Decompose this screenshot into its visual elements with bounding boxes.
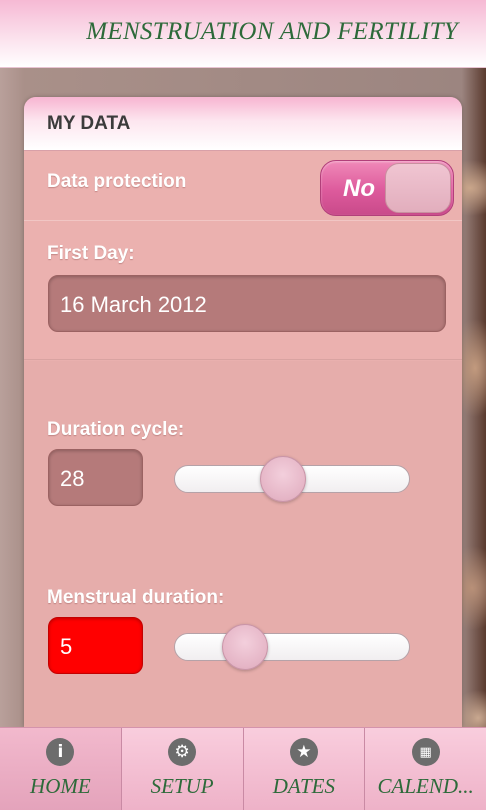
grid-icon: ▦: [411, 738, 440, 766]
first-day-input[interactable]: 16 March 2012: [48, 275, 446, 332]
first-day-label: First Day:: [47, 243, 135, 264]
data-protection-row: Data protection No: [24, 151, 462, 221]
tab-dates[interactable]: ★ DATES: [243, 728, 366, 810]
star-icon: ★: [289, 738, 318, 766]
menstrual-duration-field[interactable]: 5: [48, 617, 143, 674]
gear-icon: ⚙: [168, 738, 197, 766]
app-header: MENSTRUATION AND FERTILITY: [0, 0, 486, 68]
menstrual-duration-slider[interactable]: [174, 624, 410, 670]
info-icon: i: [46, 738, 75, 766]
panel-header: MY DATA: [24, 97, 462, 151]
tab-home[interactable]: i HOME: [0, 728, 122, 810]
tab-calendar[interactable]: ▦ CALEND...: [365, 728, 486, 810]
tab-setup-label: SETUP: [150, 774, 214, 798]
toggle-knob[interactable]: [385, 163, 451, 213]
menstrual-duration-label: Menstrual duration:: [47, 587, 225, 608]
data-protection-toggle[interactable]: No: [320, 160, 454, 216]
toggle-state-text: No: [343, 175, 375, 202]
tab-home-label: HOME: [30, 774, 91, 798]
panel-title: MY DATA: [47, 112, 131, 134]
tab-bar: i HOME ⚙ SETUP ★ DATES ▦ CALEND...: [0, 727, 486, 810]
app-title: MENSTRUATION AND FERTILITY: [86, 18, 458, 45]
data-protection-label: Data protection: [47, 171, 187, 192]
duration-cycle-label: Duration cycle:: [47, 419, 185, 440]
tab-dates-label: DATES: [272, 774, 335, 798]
my-data-panel: MY DATA Data protection No First Day: 16…: [24, 97, 462, 727]
tab-setup[interactable]: ⚙ SETUP: [121, 728, 244, 810]
duration-cycle-field[interactable]: 28: [48, 449, 143, 506]
menstrual-duration-slider-knob[interactable]: [222, 624, 268, 670]
tab-calendar-label: CALEND...: [377, 774, 474, 798]
duration-cycle-slider[interactable]: [174, 456, 410, 502]
duration-cycle-slider-knob[interactable]: [259, 456, 306, 502]
